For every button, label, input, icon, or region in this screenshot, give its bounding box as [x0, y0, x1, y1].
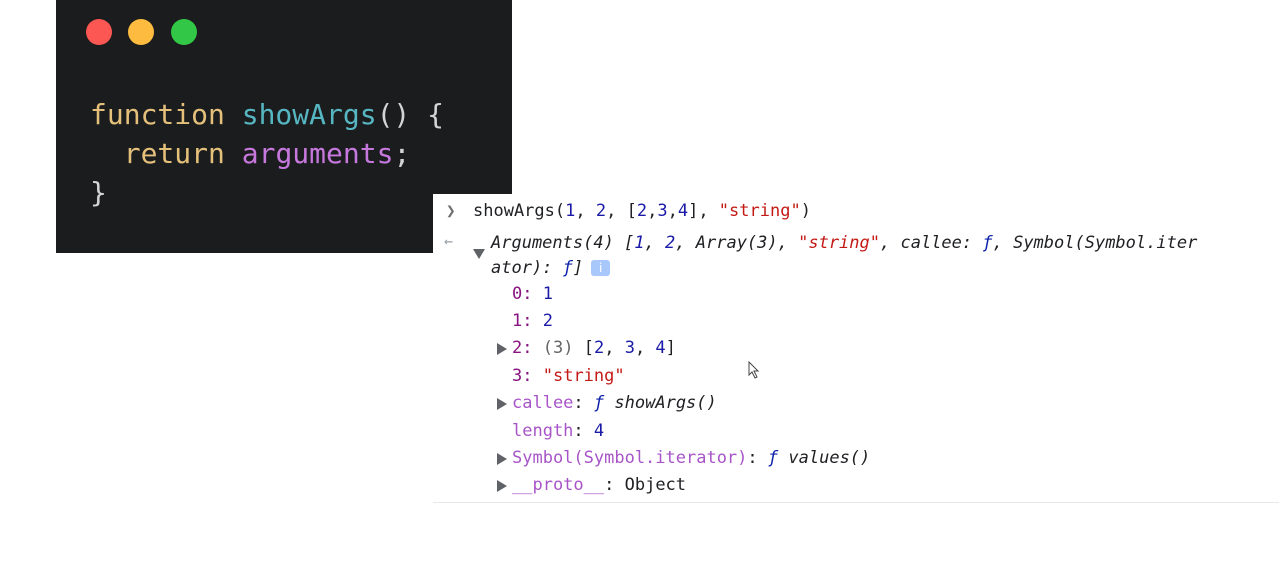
- summary-sep: , Array(3),: [675, 233, 799, 253]
- code-block: function showArgs() { return arguments; …: [90, 95, 444, 212]
- array-value: 2: [593, 338, 605, 358]
- summary-line2: ator):: [491, 258, 563, 278]
- array-open: [: [583, 338, 594, 358]
- summary-v2: 2: [665, 233, 676, 253]
- summary-sep: ,: [644, 233, 666, 253]
- prop-key: 0: [512, 284, 523, 304]
- prop-value: 4: [593, 421, 605, 441]
- prop-value: 2: [542, 311, 553, 331]
- input-sep: ,: [667, 201, 678, 221]
- function-f-icon: ƒ: [562, 258, 573, 278]
- input-fn: showArgs(: [473, 201, 566, 221]
- summary-v3: "string": [798, 233, 880, 253]
- input-sep: , [: [606, 201, 637, 221]
- maximize-dot-icon: [171, 19, 197, 45]
- prop-row-0: 0: 1: [512, 284, 553, 304]
- summary-symbol: , Symbol(Symbol.iter: [992, 233, 1198, 253]
- summary-callee: , callee:: [880, 233, 983, 253]
- prop-row-proto[interactable]: __proto__: Object: [512, 474, 686, 496]
- prop-key: callee: [512, 393, 574, 413]
- console-input-line[interactable]: showArgs(1, 2, [2,3,4], "string"): [473, 200, 811, 222]
- prop-key: length: [512, 421, 574, 441]
- input-sep: ,: [575, 201, 596, 221]
- input-prompt-icon: ❯: [446, 201, 456, 220]
- code-arguments: arguments: [241, 137, 394, 170]
- info-icon[interactable]: i: [591, 260, 611, 276]
- function-f-icon: ƒ: [767, 448, 779, 468]
- input-arr-2: 3: [657, 201, 668, 221]
- expand-triangle-icon[interactable]: [497, 480, 507, 492]
- mouse-cursor-icon: [748, 361, 760, 379]
- minimize-dot-icon: [128, 19, 154, 45]
- code-close-brace: }: [90, 176, 107, 209]
- prop-key: 3: [512, 366, 523, 386]
- prop-key: 1: [512, 311, 523, 331]
- array-length: (3): [542, 338, 574, 358]
- array-close: ]: [665, 338, 676, 358]
- input-arg-1: 1: [565, 201, 576, 221]
- prop-row-2[interactable]: 2: (3) [2, 3, 4]: [512, 337, 676, 359]
- prop-value: 1: [542, 284, 553, 304]
- prop-row-3: 3: "string": [512, 366, 625, 386]
- prop-row-length: length: 4: [512, 421, 605, 441]
- input-arg-2: 2: [595, 201, 607, 221]
- array-value: 3: [624, 338, 635, 358]
- expand-triangle-icon[interactable]: [497, 398, 507, 410]
- prop-value: showArgs(): [614, 393, 717, 413]
- prop-key: Symbol(Symbol.iterator): [512, 448, 748, 468]
- expand-triangle-icon[interactable]: [497, 453, 507, 465]
- input-arr-1: 2: [636, 201, 648, 221]
- arguments-summary-line-1[interactable]: Arguments(4) [1, 2, Array(3), "string", …: [491, 232, 1197, 254]
- prop-row-callee[interactable]: callee: ƒ showArgs(): [512, 392, 717, 414]
- result-arrow-icon: ←: [444, 232, 454, 250]
- input-arg-4: "string": [718, 201, 801, 221]
- prop-key: 2: [512, 338, 523, 358]
- function-f-icon: ƒ: [982, 233, 993, 253]
- code-semicolon: ;: [393, 137, 411, 170]
- code-signature: () {: [376, 98, 445, 131]
- function-f-icon: ƒ: [593, 393, 605, 413]
- close-dot-icon: [86, 19, 112, 45]
- input-arr-3: 4: [677, 201, 689, 221]
- devtools-console: ❯ showArgs(1, 2, [2,3,4], "string") ← Ar…: [433, 194, 1279, 503]
- prop-row-symbol[interactable]: Symbol(Symbol.iterator): ƒ values(): [512, 447, 870, 469]
- code-function-name: showArgs: [241, 98, 377, 131]
- input-sep: ],: [688, 201, 719, 221]
- code-keyword-function: function: [90, 98, 225, 131]
- prop-value: "string": [542, 366, 625, 386]
- collapse-triangle-icon[interactable]: [473, 249, 485, 259]
- prop-value: values(): [788, 448, 871, 468]
- arguments-summary-line-2[interactable]: ator): ƒ] i: [491, 257, 611, 279]
- input-sep: ,: [647, 201, 658, 221]
- input-close-paren: ): [800, 201, 811, 221]
- summary-v1: 1: [634, 233, 645, 253]
- summary-label: Arguments(4) [: [491, 233, 635, 253]
- summary-close: ]: [572, 258, 584, 278]
- array-value: 4: [655, 338, 666, 358]
- expand-triangle-icon[interactable]: [497, 343, 507, 355]
- prop-row-1: 1: 2: [512, 311, 553, 331]
- prop-key: __proto__: [512, 475, 605, 495]
- code-keyword-return: return: [123, 137, 225, 170]
- prop-value: Object: [624, 475, 687, 495]
